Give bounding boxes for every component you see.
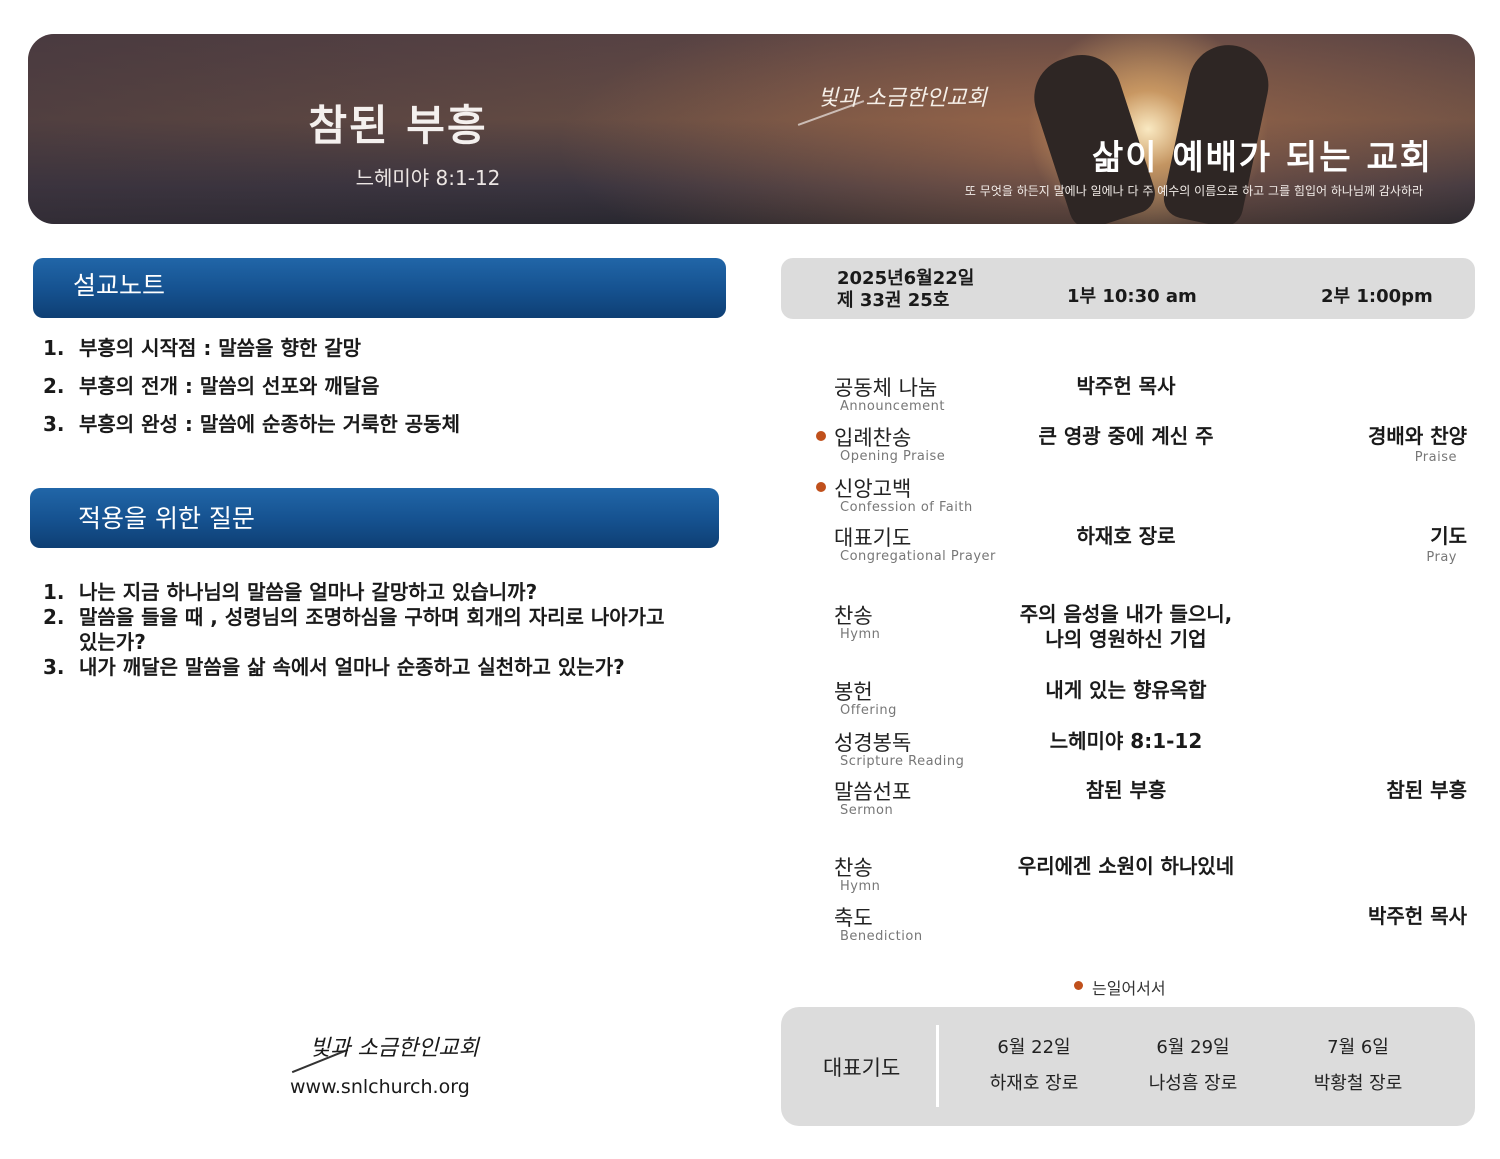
worship-item-ko: 축도	[834, 906, 873, 930]
service-time-2: 2부 1:00pm	[1321, 286, 1433, 307]
worship-item-ko: 말씀선포	[834, 780, 912, 804]
worship-item-ko: 공동체 나눔	[834, 376, 938, 400]
questions-list: 1. 나는 지금 하나님의 말씀을 얼마나 갈망하고 있습니까? 2. 말씀을 들을…	[43, 580, 723, 680]
questions-header: 적용을 위한 질문	[30, 488, 719, 548]
list-item: 1. 부흥의 시작점 : 말씀을 향한 갈망	[43, 336, 362, 360]
worship-item-en: Hymn	[840, 879, 881, 894]
worship-item-ko: 찬송	[834, 604, 873, 628]
stand-indicator-dot	[816, 482, 826, 492]
stand-note: 는일어서서	[1092, 979, 1166, 998]
stand-indicator-dot	[1074, 981, 1083, 990]
sermon-title: 참된 부흥	[308, 101, 488, 150]
worship-item-en: Hymn	[840, 627, 881, 642]
worship-row: 찬송 Hymn 우리에겐 소원이 하나있네	[781, 852, 1475, 902]
rota-entry: 6월 22일 하재호 장로	[989, 1037, 1079, 1094]
worship-row: 공동체 나눔 Announcement 박주헌 목사	[781, 372, 1475, 422]
worship-item-en: Announcement	[840, 399, 945, 414]
service-date: 2025년6월22일 제 33권 25호	[837, 268, 975, 311]
worship-item-ko: 찬송	[834, 856, 873, 880]
worship-row: 성경봉독 Scripture Reading 느헤미야 8:1-12	[781, 727, 1475, 777]
church-slogan: 삶이 예배가 되는 교회	[1091, 138, 1433, 178]
worship-row: 입례찬송 Opening Praise 큰 영광 중에 계신 주 경배와 찬양 Prai…	[781, 422, 1475, 472]
sermon-notes-header: 설교노트	[33, 258, 726, 318]
worship-item-en: Opening Praise	[840, 449, 946, 464]
worship-item-detail: 내게 있는 향유옥합	[1045, 678, 1207, 702]
prayer-rota-label: 대표기도	[823, 1056, 901, 1080]
worship-item-detail: 느헤미야 8:1-12	[1049, 729, 1203, 753]
worship-item-leader-en: Pray	[1426, 550, 1457, 565]
list-item: 2. 말씀을 들을 때 , 성령님의 조명하심을 구하며 회개의 자리로 나아가고…	[43, 605, 665, 654]
worship-row: 축도 Benediction 박주헌 목사	[781, 902, 1475, 952]
worship-row: 찬송 Hymn 주의 음성을 내가 들으니, 나의 영원하신 기업	[781, 600, 1475, 651]
prayer-rota: 대표기도 6월 22일 하재호 장로 6월 29일 나성흠 장로 7월 6일 박…	[781, 1007, 1475, 1126]
worship-item-ko: 대표기도	[834, 526, 912, 550]
list-item: 2. 부흥의 전개 : 말씀의 선포와 깨달음	[43, 374, 380, 398]
worship-row: 대표기도 Congregational Prayer 하재호 장로 기도 Pray	[781, 522, 1475, 572]
worship-item-detail: 큰 영광 중에 계신 주	[1038, 424, 1214, 448]
worship-item-leader: 경배와 찬양	[1368, 424, 1467, 448]
worship-item-detail: 주의 음성을 내가 들으니, 나의 영원하신 기업	[1019, 602, 1233, 651]
worship-item-leader: 참된 부흥	[1386, 778, 1467, 802]
footer-church-logo: 빛과 소금한인교회	[310, 1036, 479, 1061]
service-time-1: 1부 10:30 am	[1067, 286, 1197, 307]
worship-item-detail: 하재호 장로	[1076, 524, 1176, 548]
list-item: 3. 부흥의 완성 : 말씀에 순종하는 거룩한 공동체	[43, 412, 460, 436]
sermon-notes-list: 1. 부흥의 시작점 : 말씀을 향한 갈망 2. 부흥의 전개 : 말씀의 선포와…	[43, 333, 703, 447]
list-item: 1. 나는 지금 하나님의 말씀을 얼마나 갈망하고 있습니까?	[43, 580, 538, 604]
service-info-bar: 2025년6월22일 제 33권 25호 1부 10:30 am 2부 1:00…	[781, 258, 1475, 319]
worship-row: 봉헌 Offering 내게 있는 향유옥합	[781, 676, 1475, 726]
sermon-scripture: 느헤미야 8:1-12	[355, 166, 501, 190]
worship-item-leader: 박주헌 목사	[1368, 904, 1467, 928]
worship-item-en: Scripture Reading	[840, 754, 965, 769]
worship-item-en: Benediction	[840, 929, 923, 944]
header-banner: 참된 부흥 느헤미야 8:1-12 빛과 소금한인교회 삶이 예배가 되는 교회…	[28, 34, 1475, 224]
worship-item-en: Sermon	[840, 803, 894, 818]
worship-item-detail: 참된 부흥	[1085, 778, 1167, 802]
church-logo: 빛과 소금한인교회	[818, 86, 987, 111]
worship-item-leader: 기도	[1430, 524, 1467, 548]
stand-indicator-dot	[816, 431, 826, 441]
worship-row: 말씀선포 Sermon 참된 부흥 참된 부흥	[781, 776, 1475, 826]
slogan-verse: 또 무엇을 하든지 말에나 일에나 다 주 예수의 이름으로 하고 그를 힘입어…	[964, 184, 1423, 198]
rota-entry: 6월 29일 나성흠 장로	[1148, 1037, 1238, 1094]
church-website-link[interactable]: www.snlchurch.org	[290, 1076, 470, 1098]
rota-entry: 7월 6일 박황철 장로	[1313, 1037, 1403, 1094]
worship-row: 신앙고백 Confession of Faith	[781, 473, 1475, 523]
worship-item-ko: 입례찬송	[834, 426, 912, 450]
list-item: 3. 내가 깨달은 말씀을 삶 속에서 얼마나 순종하고 실천하고 있는가?	[43, 655, 625, 679]
worship-item-en: Confession of Faith	[840, 500, 973, 515]
worship-item-ko: 봉헌	[834, 680, 873, 704]
divider	[936, 1025, 939, 1107]
worship-item-detail: 박주헌 목사	[1076, 374, 1176, 398]
worship-item-detail: 우리에겐 소원이 하나있네	[1017, 854, 1235, 878]
worship-item-en: Offering	[840, 703, 897, 718]
worship-item-en: Congregational Prayer	[840, 549, 996, 564]
worship-item-ko: 신앙고백	[834, 477, 912, 501]
worship-item-ko: 성경봉독	[834, 731, 912, 755]
worship-item-leader-en: Praise	[1414, 450, 1457, 465]
